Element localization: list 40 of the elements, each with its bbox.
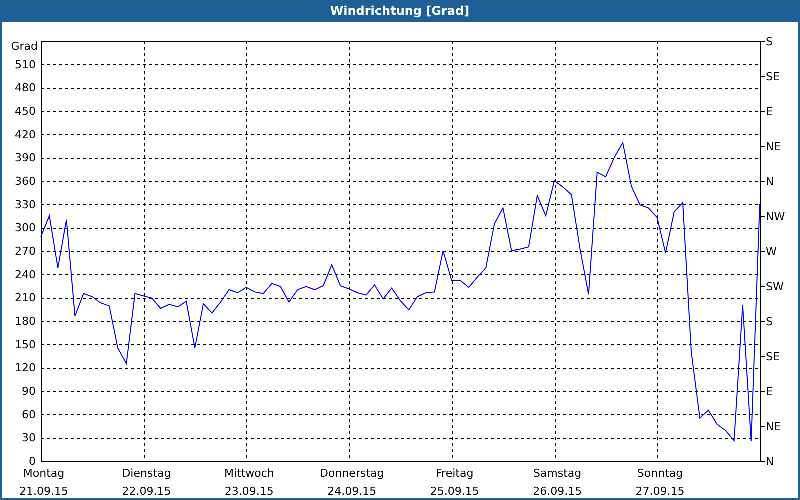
y-tick-label: 30: [22, 432, 36, 445]
y-tick-label: 330: [15, 198, 36, 212]
day-label: Dienstag 22.09.15: [122, 467, 172, 498]
y-axis-title: Grad: [11, 40, 38, 53]
day-label: Sonntag 27.09.15: [636, 467, 685, 498]
day-label: Donnerstag 24.09.15: [320, 467, 384, 498]
y-tick-label: 150: [15, 338, 36, 352]
day-label: Freitag 25.09.15: [430, 467, 480, 498]
y-tick-label: 450: [15, 105, 36, 118]
y-tick-label: 270: [15, 245, 36, 258]
y-tick-label: 90: [22, 385, 36, 398]
day-label: Montag 21.09.15: [20, 467, 68, 498]
y-tick-label: 120: [15, 362, 36, 375]
y-tick-label: 360: [15, 175, 36, 188]
day-label: Mittwoch 23.09.15: [224, 467, 274, 498]
compass-tick-label: SW: [766, 280, 784, 294]
y-tick-label: 240: [15, 268, 36, 282]
compass-tick-label: SE: [766, 70, 780, 84]
compass-tick-label: E: [766, 386, 773, 398]
compass-tick-label: S: [766, 316, 773, 328]
compass-tick-label: W: [766, 246, 777, 258]
compass-tick-label: S: [766, 36, 773, 48]
window-title: Windrichtung [Grad]: [330, 4, 470, 18]
compass-tick-label: NW: [766, 210, 786, 224]
y-tick-label: 420: [15, 128, 36, 142]
y-tick-label: 60: [22, 408, 36, 422]
y-tick-label: 390: [15, 152, 36, 165]
compass-tick-label: SE: [766, 350, 780, 364]
compass-tick-label: NE: [766, 140, 782, 154]
compass-tick-label: E: [766, 106, 773, 118]
compass-tick-label: N: [766, 456, 774, 468]
y-tick-label: 0: [29, 455, 36, 468]
y-tick-label: 510: [15, 58, 36, 72]
compass-tick-label: NE: [766, 420, 782, 434]
day-label: Samstag 26.09.15: [533, 467, 582, 498]
y-tick-label: 180: [15, 315, 36, 328]
compass-tick-label: N: [766, 176, 774, 188]
y-tick-label: 210: [15, 292, 36, 305]
y-tick-label: 300: [15, 222, 36, 235]
y-tick-label: 480: [15, 82, 36, 95]
